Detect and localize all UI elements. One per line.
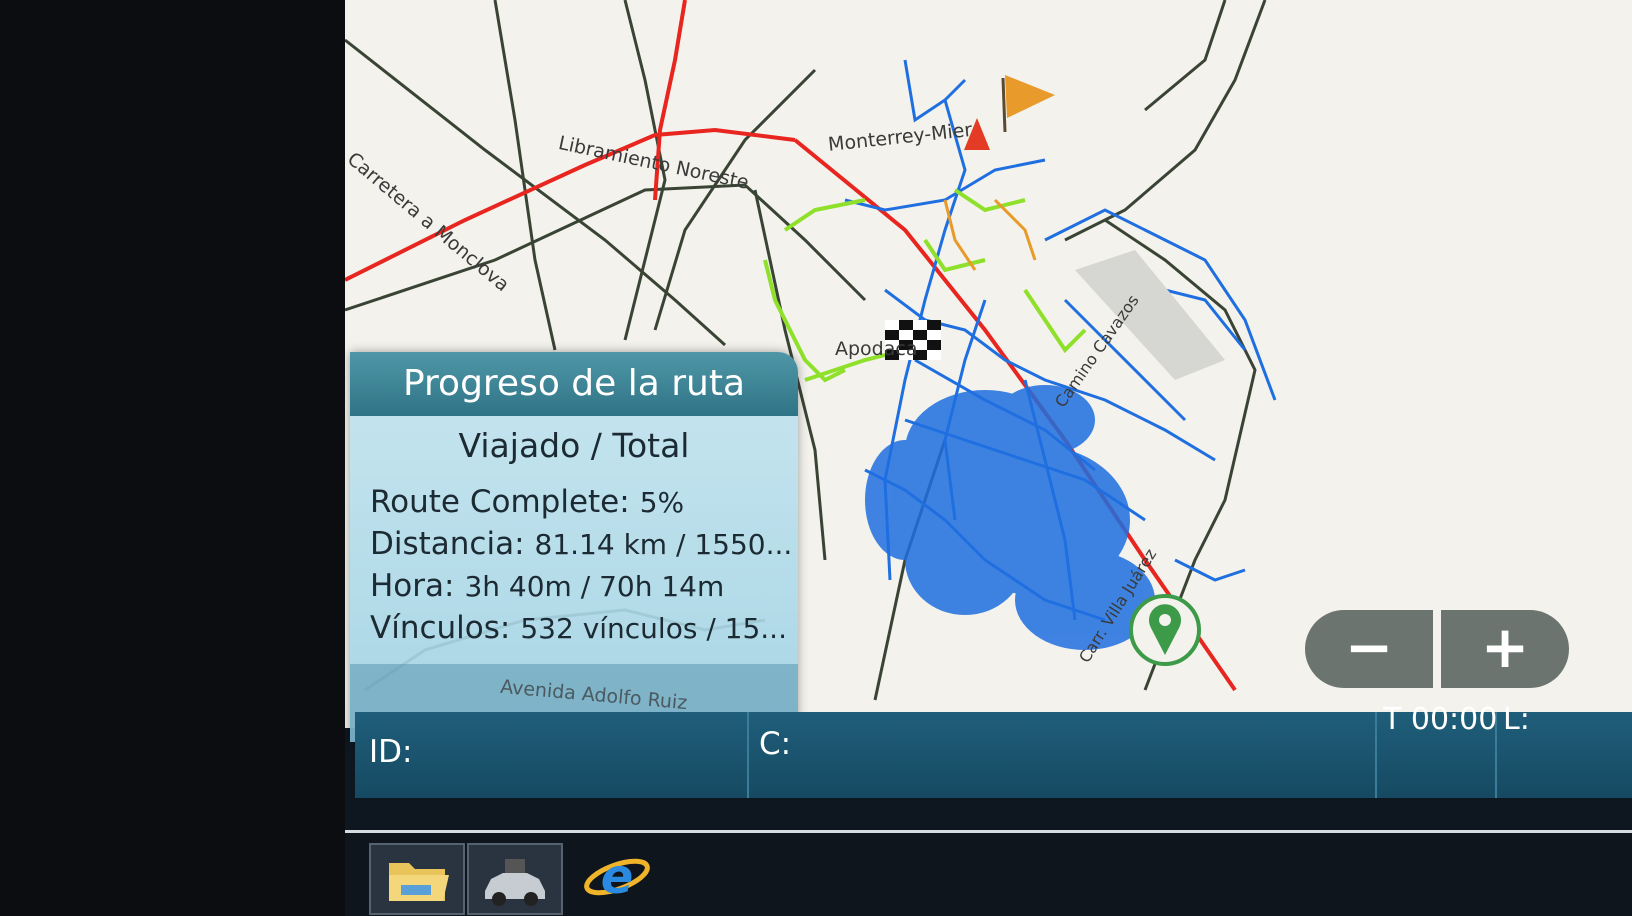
taskbar: e <box>345 830 1632 916</box>
route-progress-panel: Progreso de la ruta Viajado / Total Rout… <box>350 352 798 742</box>
road-label-apodaca: Apodaca <box>835 338 918 360</box>
status-bar: ID: C: T 00:00 L: <box>355 702 1632 798</box>
zoom-controls: − + <box>1305 610 1569 688</box>
folder-icon[interactable] <box>369 843 465 915</box>
zoom-out-button[interactable]: − <box>1305 610 1433 688</box>
status-id-label: ID: <box>369 734 413 770</box>
distancia-row: Distancia: 81.14 km / 1550... <box>370 526 792 562</box>
hora-row: Hora: 3h 40m / 70h 14m <box>370 568 724 604</box>
panel-title: Progreso de la ruta <box>350 352 798 416</box>
status-l-label: L: <box>1503 702 1530 737</box>
zoom-in-button[interactable]: + <box>1441 610 1569 688</box>
route-complete-value: 5% <box>639 486 685 519</box>
status-time-label: T 00:00 <box>1383 702 1498 737</box>
status-time-cell: T 00:00 <box>1377 702 1497 798</box>
destination-flag-icon[interactable] <box>1001 75 1055 133</box>
internet-explorer-icon[interactable]: e <box>581 843 653 911</box>
vinculos-row: Vínculos: 532 vínculos / 15... <box>370 610 787 646</box>
status-c-cell: C: <box>749 712 1377 798</box>
hora-value: 3h 40m / 70h 14m <box>464 570 725 603</box>
route-complete-label: Route Complete: <box>370 484 630 520</box>
distancia-value: 81.14 km / 1550... <box>534 528 793 561</box>
status-l-cell: L: <box>1497 702 1632 798</box>
panel-subtitle: Viajado / Total <box>458 426 690 465</box>
vinculos-value: 532 vínculos / 15... <box>520 612 787 645</box>
road-label-adolfo-ruiz: Avenida Adolfo Ruiz <box>499 675 689 715</box>
hora-label: Hora: <box>370 568 455 604</box>
vinculos-label: Vínculos: <box>370 610 511 646</box>
status-id-cell: ID: <box>355 712 749 798</box>
location-pin-icon[interactable] <box>1129 594 1201 666</box>
status-c-label: C: <box>759 726 792 762</box>
svg-text:e: e <box>601 849 634 905</box>
vehicle-app-icon[interactable] <box>467 843 563 915</box>
app-screen: Carretera a Monclova Libramiento Noreste… <box>345 0 1632 916</box>
distancia-label: Distancia: <box>370 526 525 562</box>
route-complete-row: Route Complete: 5% <box>370 484 684 520</box>
